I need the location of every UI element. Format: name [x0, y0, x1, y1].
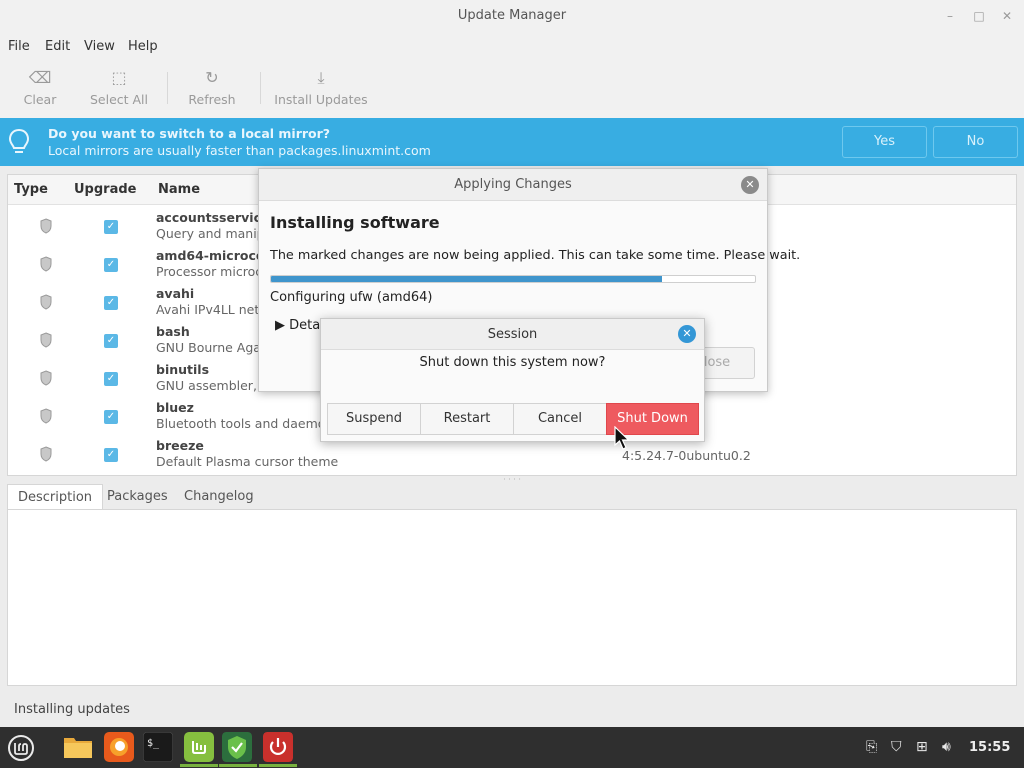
mintupdate-icon[interactable] — [184, 732, 214, 762]
package-description: Bluetooth tools and daemo — [156, 416, 326, 431]
shield-tray-icon[interactable]: ⛉ — [891, 740, 902, 754]
session-dialog: Session ✕ Shut down this system now? Sus… — [320, 318, 705, 442]
upgrade-checkbox[interactable]: ✓ — [104, 258, 118, 272]
package-name: bash — [156, 324, 190, 339]
package-description: Processor microc — [156, 264, 263, 279]
banner-title: Do you want to switch to a local mirror? — [48, 126, 331, 141]
package-type-icon — [40, 408, 52, 424]
menu-file[interactable]: File — [8, 39, 30, 54]
window-title: Update Manager — [457, 8, 567, 23]
package-version: 4:5.24.7-0ubuntu0.2 — [622, 448, 751, 463]
active-indicator — [259, 764, 297, 767]
select-all-icon: ⬚ — [111, 68, 127, 87]
progress-status: Configuring ufw (amd64) — [270, 290, 433, 305]
session-question: Shut down this system now? — [419, 355, 606, 370]
refresh-icon: ↻ — [205, 68, 219, 87]
active-indicator — [180, 764, 218, 767]
session-title: Session — [321, 319, 704, 350]
clear-icon: ⌫ — [28, 68, 52, 87]
menu-bar: File Edit View Help — [0, 34, 1024, 60]
package-description: Default Plasma cursor theme — [156, 454, 339, 469]
column-name[interactable]: Name — [158, 182, 200, 197]
firefox-icon[interactable] — [104, 732, 134, 762]
package-description: Query and manip — [156, 226, 265, 241]
terminal-icon[interactable]: $_ — [143, 732, 173, 762]
close-icon[interactable]: ✕ — [741, 176, 759, 194]
toolbar-separator — [260, 72, 261, 104]
status-text: Installing updates — [14, 702, 130, 717]
yes-button[interactable]: Yes — [842, 126, 927, 158]
power-icon[interactable] — [263, 732, 293, 762]
minimize-icon[interactable]: – — [942, 8, 958, 24]
upgrade-checkbox[interactable]: ✓ — [104, 334, 118, 348]
dialog-heading: Installing software — [270, 213, 440, 232]
shield-icon[interactable] — [222, 732, 252, 762]
restart-button[interactable]: Restart — [420, 403, 514, 435]
mirror-banner: Do you want to switch to a local mirror?… — [0, 118, 1024, 166]
volume-icon[interactable]: 🔊︎ — [942, 740, 951, 754]
package-name: amd64-microcod — [156, 248, 274, 263]
maximize-icon[interactable]: □ — [971, 8, 987, 24]
upgrade-checkbox[interactable]: ✓ — [104, 220, 118, 234]
description-pane — [7, 509, 1017, 686]
tab-description[interactable]: Description — [7, 484, 104, 510]
svg-text:$_: $_ — [147, 738, 160, 749]
network-icon[interactable]: ⊞ — [916, 740, 928, 754]
toolbar-separator — [167, 72, 168, 104]
upgrade-checkbox[interactable]: ✓ — [104, 372, 118, 386]
refresh-button[interactable]: ↻ Refresh — [186, 68, 238, 107]
banner-subtitle: Local mirrors are usually faster than pa… — [48, 143, 431, 158]
package-name: bluez — [156, 400, 194, 415]
download-icon: ⤓ — [317, 68, 325, 87]
package-type-icon — [40, 294, 52, 310]
column-type[interactable]: Type — [14, 182, 48, 197]
progress-bar — [270, 275, 756, 283]
clipboard-icon[interactable]: ⎘ — [866, 740, 877, 754]
package-type-icon — [40, 370, 52, 386]
package-name: binutils — [156, 362, 210, 377]
detail-tabs: Description Packages Changelog — [7, 484, 1017, 510]
taskbar: $_ ⎘ ⛉ ⊞ 🔊︎ 15:55 — [0, 727, 1024, 768]
install-updates-button[interactable]: ⤓ Install Updates — [274, 68, 368, 107]
clear-button[interactable]: ⌫ Clear — [22, 68, 58, 107]
pane-splitter[interactable]: · · · · — [500, 476, 524, 484]
tab-packages[interactable]: Packages — [97, 484, 178, 510]
no-button[interactable]: No — [933, 126, 1018, 158]
upgrade-checkbox[interactable]: ✓ — [104, 448, 118, 462]
suspend-button[interactable]: Suspend — [327, 403, 421, 435]
menu-edit[interactable]: Edit — [45, 39, 70, 54]
package-name: accountsservice — [156, 210, 270, 225]
dialog-message: The marked changes are now being applied… — [270, 248, 801, 263]
expander-arrow-icon: ▶ — [275, 318, 285, 333]
close-icon[interactable]: ✕ — [678, 325, 696, 343]
menu-view[interactable]: View — [84, 39, 115, 54]
close-icon[interactable]: ✕ — [999, 8, 1015, 24]
package-name: avahi — [156, 286, 195, 301]
toolbar: ⌫ Clear ⬚ Select All ↻ Refresh ⤓ Install… — [0, 60, 1024, 118]
select-all-button[interactable]: ⬚ Select All — [88, 68, 150, 107]
clock[interactable]: 15:55 — [969, 740, 1010, 755]
mouse-pointer-icon — [614, 426, 630, 450]
cancel-button[interactable]: Cancel — [513, 403, 607, 435]
package-description: GNU assembler, l — [156, 378, 265, 393]
title-bar: Update Manager – □ ✕ — [0, 0, 1024, 34]
package-type-icon — [40, 446, 52, 462]
package-type-icon — [40, 332, 52, 348]
tab-changelog[interactable]: Changelog — [174, 484, 264, 510]
upgrade-checkbox[interactable]: ✓ — [104, 296, 118, 310]
mint-menu-icon[interactable] — [6, 733, 36, 763]
lightbulb-icon — [8, 128, 30, 153]
menu-help[interactable]: Help — [128, 39, 158, 54]
package-description: GNU Bourne Aga — [156, 340, 261, 355]
package-type-icon — [40, 256, 52, 272]
column-upgrade[interactable]: Upgrade — [74, 182, 136, 197]
active-indicator — [219, 764, 257, 767]
package-name: breeze — [156, 438, 204, 453]
files-icon[interactable] — [62, 732, 94, 762]
package-type-icon — [40, 218, 52, 234]
package-description: Avahi IPv4LL net — [156, 302, 260, 317]
progress-fill — [271, 276, 663, 282]
dialog-title: Applying Changes — [259, 169, 767, 201]
upgrade-checkbox[interactable]: ✓ — [104, 410, 118, 424]
